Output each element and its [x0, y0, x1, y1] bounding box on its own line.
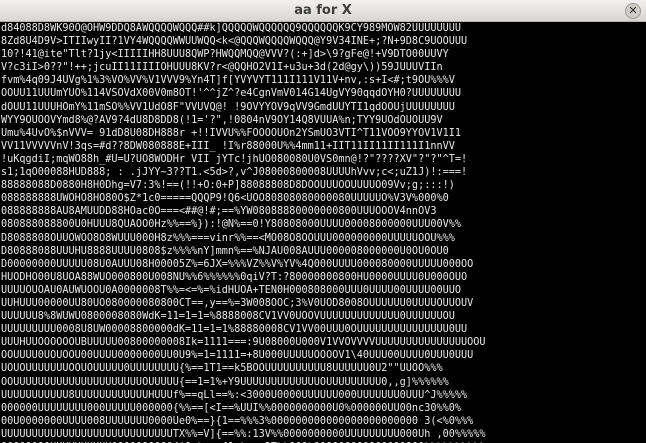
close-icon: ✕ [628, 4, 638, 17]
ascii-line: UUUHUUOOOOOOUBUUUUU00800000008Ik=1111===… [1, 337, 486, 349]
ascii-line: D00000000UUUUU08U0AUUU08H00005Z%=6JX=%%%… [1, 258, 474, 270]
ascii-line: 088888888UWOHO8HO80O$Z*1c0=====QQQP9!Q6<… [1, 193, 449, 205]
ascii-line: UUHUUU00000UU80UO080000080800CT==,y==%=3… [1, 297, 474, 309]
ascii-line: OOUUUU0UOUOOU00UUUU0000000UU0U9%=1=1111=… [1, 350, 474, 362]
close-button[interactable]: ✕ [625, 3, 641, 19]
ascii-line: 088888888AU8AMUUDD88HOac0O===<##@!#;==%Y… [1, 206, 437, 218]
ascii-line: !uKqgdiI;mqWO88h_#U=U?UO8WODHr VII jYTc!… [1, 153, 468, 165]
ascii-line: D80888088UUUHU8888UUUU0808$z%%%%nY]mmn%=… [1, 245, 449, 257]
app-window: aa for X ✕ d84088D8WK90O@OHW9DDQ8AWQQQQW… [0, 0, 646, 443]
ascii-line: d84088D8WK90O@OHW9DDQ8AWQQQQWQQQ##k]QQQQ… [1, 23, 462, 34]
ascii-line: VV11VVVVVnV!3qs=#d??8DW080888E+III_ !I%r… [1, 140, 455, 152]
ascii-line: 000000UUUUUUUU000UUUUU000000{%%==[<I==%U… [1, 402, 462, 414]
ascii-line: HUODHO00U8UOA88WUO000800U008NU%%6%%%%%%0… [1, 271, 468, 283]
ascii-line: UUUUUUUUUUU8UUUUUUUUUUUUHUUUf%==qLl==%:<… [1, 389, 468, 401]
ascii-line: OOUU11UUUmYUO%114VSOVdX00V0m8OT!'^^jZ^?e… [1, 88, 462, 100]
ascii-line: Umu%4UvO%$nVVV= 91dD8U08DH888r +!!IVVU%%… [1, 127, 462, 139]
ascii-line: WYY9OUOOVYmd8%@?AV9?4dU8D8DD8(!1='?",!08… [1, 114, 443, 126]
ascii-line: 080888088800U0HUUU8QUAOO0Hz%%==%}):!@N%=… [1, 219, 462, 231]
ascii-line: UUUUUU8%8WUWU0800008080WdK=11=1=1=%88880… [1, 311, 455, 323]
ascii-line: UUUUUUUUU0008U8UW00008800000dK=11=1=1%88… [1, 324, 468, 336]
ascii-art-canvas: d84088D8WK90O@OHW9DDQ8AWQQQQWQQQ##k]QQQQ… [0, 22, 646, 443]
ascii-line: D8088808OUUOWOO8O8WUUU000H8z%%%===vinr%%… [1, 232, 455, 244]
ascii-art-text: d84088D8WK90O@OHW9DDQ8AWQQQQWQQQ##k]QQQQ… [0, 22, 646, 443]
ascii-line: fvm%4q09J4UVg%1%3%VO%VV%V1VVV9%Yn4T]f[YV… [1, 75, 455, 87]
ascii-line: V?c3iI>0??"!++;jcuII11IIIIOHUUU8KV?r<@QQ… [1, 62, 443, 74]
ascii-line: 88888088D0880H8H0Dhg=V7:3%!==(!!+O:0+P]8… [1, 180, 455, 192]
ascii-line: UUUUUUUUUUUUUUUUUUUUUUUUUUUUTX%%=V]{==%%… [1, 428, 486, 440]
ascii-line: UUUUOUOAU0AUWUOOU0A0000008T%%=<=%=%idHUO… [1, 284, 462, 296]
ascii-line: 10?!41@ite"Tlt?1jy<IIIIIHH8UUU8QWP?HWQQM… [1, 49, 449, 61]
ascii-line: s1;1qO00088HUD888; : .jJYY~3??T1.<5d>?,v… [1, 167, 468, 179]
title-bar[interactable]: aa for X ✕ [0, 0, 646, 22]
ascii-line: 8Zd8U4D9V>ITIIwyII?1VY4WQQQQWWUUWQQ<k<@Q… [1, 36, 468, 48]
ascii-line: 00U0000000UUUU008UUUUUUU0000Ue0%==}{1==%… [1, 415, 474, 427]
ascii-line: OOUUUUUUUUUUUUUUUUUUUUUOUUUUU{==1=1%+Y9U… [1, 376, 449, 388]
ascii-line: UOUOUUUUUUUOOUOUUUUU0UUUUUUUU{%==1T1==k5… [1, 363, 443, 375]
ascii-line: dOUU11UUUHOmY%11mSO%%VV1UdO8F"VVUVQ@! !9… [1, 101, 455, 113]
window-title: aa for X [294, 3, 352, 18]
